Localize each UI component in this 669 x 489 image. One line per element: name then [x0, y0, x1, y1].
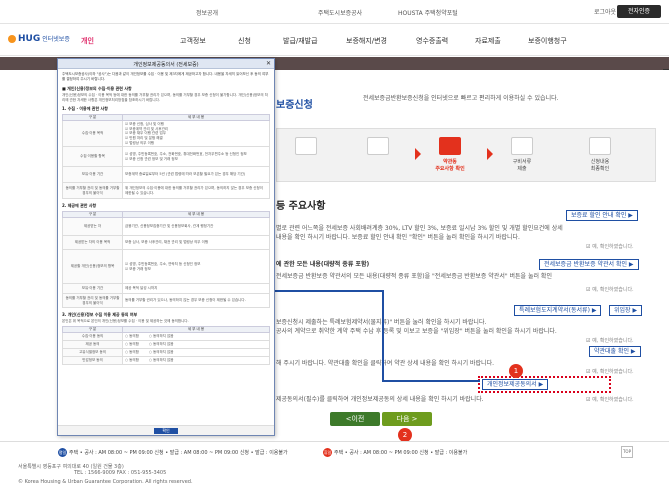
menu-claim[interactable]: 보증이행청구	[528, 36, 567, 46]
guide-connector	[270, 290, 383, 292]
menu-documents[interactable]: 자료제출	[475, 36, 501, 46]
footer-copyright: © Korea Housing & Urban Guarantee Corpor…	[18, 479, 193, 485]
footer-address: 서울특별시 영등포구 여의대로 40 (일원 건물 3층)	[18, 464, 124, 470]
menu-issue[interactable]: 발급/재발급	[283, 36, 318, 46]
row5-checkbox[interactable]: 예, 확인하였습니다.	[586, 396, 634, 403]
agree-radio[interactable]: 동의함	[125, 350, 139, 354]
row1-checkbox[interactable]: 예, 확인하였습니다.	[586, 243, 634, 250]
agree-radio[interactable]: 동의함	[125, 342, 139, 346]
row3-checkbox[interactable]: 예, 확인하였습니다.	[586, 337, 634, 344]
row4-text: 해 주시기 바랍니다. 약관대출 확인을 클릭하여 약관 상세 내용을 확인 하…	[276, 360, 494, 367]
guide-connector	[382, 290, 384, 382]
util-link-disclosure[interactable]: 정보공개	[196, 8, 218, 17]
step-5: 신청내용 최종확인	[577, 137, 623, 177]
hug-logo-icon	[8, 34, 16, 43]
next-button[interactable]: 다음 >	[382, 412, 432, 426]
prev-button[interactable]: <이전	[330, 412, 380, 426]
popup-para-3: 본인은 위 목적으로 본인의 개인(신용)정보를 수집 · 이용 및 제공하는 …	[62, 319, 189, 324]
special-contract-button[interactable]: 특례보험도지계약서(동서류) ▶	[514, 305, 602, 316]
step-badge-1: 1	[509, 364, 523, 378]
provision-table: 구 분세 부 내 용 제공받는 자 금융기관, 신용정보집중기관 및 신용정보회사…	[62, 211, 270, 309]
discount-info-button[interactable]: 보증료 할인 안내 확인 ▶	[566, 210, 638, 221]
close-icon[interactable]: ✕	[266, 60, 271, 67]
row2-text: 전세보증금 반환보증 약관서의 모든 내용(대량적 종류 포함)을 "전세보증금…	[276, 273, 552, 280]
step-2-icon	[367, 137, 389, 155]
terms-button[interactable]: 전세보증금 반환보증 약관서 확인 ▶	[539, 259, 639, 270]
footer-tel: TEL : 1566-9009 FAX : 051-955-3405	[74, 470, 167, 476]
page: 정보공개 주택도시보증공사 HOUSTA 주택청약포털 로그아웃 전자인증 HU…	[0, 0, 669, 489]
guide-connector	[382, 380, 480, 382]
customer-type-label: 개인	[81, 37, 94, 45]
disagree-radio[interactable]: 동의하지 않음	[149, 334, 174, 338]
holiday-hours: 휴일 주택 • 공사 : AM 08:00 ~ PM 09:00 신청 • 발급 …	[323, 448, 468, 457]
popup-para-1: 개인(신용)정보의 수집 · 이용 목적 등에 대한 동의를 거부할 권리가 있…	[62, 93, 268, 102]
page-title: 보증신청	[276, 100, 313, 111]
popup-intro: 주택도시보증공사(이하 "공사")는 다음과 같이 개인정보를 수집 · 이용 …	[62, 72, 269, 81]
row3-text2: 공사의 계약으로 취약한 계약 주택 수납 후 등록 및 이보고 보증을 "위임…	[276, 328, 557, 335]
privacy-consent-highlight: 개인정보제공동의서 ▶	[478, 376, 611, 393]
row1-text: 별로 관련 어느쪽을 전세보증 사회배려계층 30%, LTV 할인 3%, 보…	[276, 225, 563, 232]
popup-footer: 확인	[58, 425, 274, 435]
collection-table: 구 분세 부 내 용 수집·이용 목적 보증 신청, 심사 및 이행보증계약 관…	[62, 114, 270, 200]
step-badge-2: 2	[398, 428, 412, 442]
step-1-icon	[295, 137, 317, 155]
weekday-badge: 평일	[58, 448, 67, 457]
popup-section-3: 3. 개인(신용)정보 수집 이용 제공 동의 여부	[62, 312, 138, 318]
page-description: 전세보증금반환보증신청을 인터넷으로 빠르고 편리하게 이용하실 수 있습니다.	[363, 95, 559, 102]
agree-radio[interactable]: 동의함	[125, 358, 139, 362]
menu-cancel-change[interactable]: 보증해지/변경	[346, 36, 387, 46]
popup-ok-button[interactable]: 확인	[154, 428, 178, 434]
disagree-radio[interactable]: 동의하지 않음	[149, 358, 174, 362]
logout-link[interactable]: 로그아웃	[594, 7, 616, 16]
util-link-hug[interactable]: 주택도시보증공사	[318, 8, 362, 17]
scroll-top-button[interactable]: TOP	[621, 446, 633, 458]
global-nav: HUG 인터넷보증 개인 고객정보 신청 발급/재발급 보증해지/변경 영수증출력…	[0, 24, 669, 56]
popup-section-1-sub: 1. 수집 · 이용에 관한 사항	[62, 106, 108, 112]
proxy-button[interactable]: 위임장 ▶	[609, 305, 643, 316]
row4-checkbox[interactable]: 예, 확인하였습니다.	[586, 368, 634, 375]
document-icon	[439, 137, 461, 155]
menu-apply[interactable]: 신청	[238, 36, 251, 46]
privacy-consent-popup: 개인정보제공동의서 (전세보증) ✕ 주택도시보증공사(이하 "공사")는 다음…	[57, 58, 275, 436]
popup-section-1: ■ 개인(신용)정보의 수집·이용 관련 사항	[62, 86, 132, 91]
row1-text2: 내용을 확인 하시기 바랍니다. 보증료 할인 안내 확인 "확인" 버튼을 눌…	[276, 234, 520, 241]
step-arrow-icon	[487, 148, 493, 160]
disagree-radio[interactable]: 동의하지 않음	[149, 350, 174, 354]
popup-header: 개인정보제공동의서 (전세보증) ✕	[58, 59, 274, 69]
disagree-radio[interactable]: 동의하지 않음	[149, 342, 174, 346]
agree-radio[interactable]: 동의함	[125, 334, 139, 338]
util-link-housta[interactable]: HOUSTA 주택청약포털	[398, 8, 458, 17]
scroll-indicator	[663, 69, 669, 70]
section-title: 등 주요사항	[276, 201, 326, 212]
popup-title: 개인정보제공동의서 (전세보증)	[133, 62, 199, 68]
footer: 평일 주택 • 공사 : AM 08:00 ~ PM 09:00 신청 • 발급 …	[0, 441, 669, 489]
hug-logo[interactable]: HUG 인터넷보증	[8, 34, 70, 44]
step-2	[355, 137, 401, 177]
step-arrow-icon	[415, 148, 421, 160]
loan-terms-button[interactable]: 약관대출 확인 ▶	[589, 346, 641, 357]
utility-bar: 정보공개 주택도시보증공사 HOUSTA 주택청약포털 로그아웃 전자인증	[0, 0, 669, 24]
cert-button[interactable]: 전자인증	[617, 5, 661, 18]
step-indicator: 약관동 주요사항 확인 구비서류 제출 신청내용 최종확인	[276, 128, 656, 182]
weekday-hours: 평일 주택 • 공사 : AM 08:00 ~ PM 09:00 신청 • 발급 …	[58, 448, 288, 457]
consent-table: 구 분세 부 내 용 수집·이용 동의동의함동의하지 않음 제공 동의동의함동의…	[62, 325, 270, 365]
row2-checkbox[interactable]: 예, 확인하였습니다.	[586, 286, 634, 293]
holiday-badge: 휴일	[323, 448, 332, 457]
step-3: 약관동 주요사항 확인	[427, 137, 473, 177]
row3-text: 보증신청시 제출하는 특례보험제약서(물지류)" 버튼을 눌러 확인을 하시기 …	[276, 319, 487, 326]
popup-section-2: 2. 제공에 관한 사항	[62, 203, 97, 209]
step-1	[283, 137, 329, 177]
step-4: 구비서류 제출	[499, 137, 545, 177]
menu-receipt[interactable]: 영수증출력	[416, 36, 448, 46]
privacy-consent-button[interactable]: 개인정보제공동의서 ▶	[482, 379, 549, 390]
upload-icon	[511, 137, 533, 155]
monitor-icon	[589, 137, 611, 155]
menu-customer-info[interactable]: 고객정보	[180, 36, 206, 46]
